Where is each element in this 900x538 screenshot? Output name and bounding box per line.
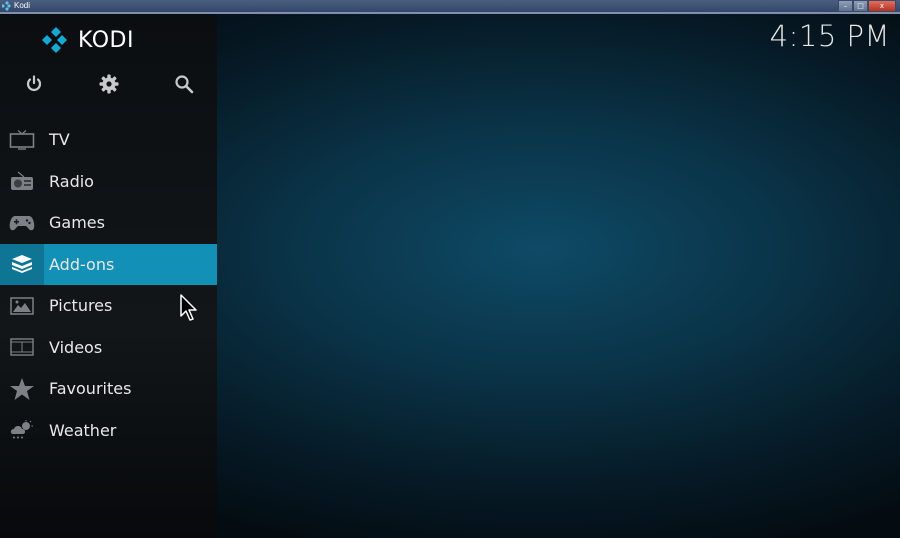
main-menu: TV Radio Games Add-ons Pictures Videos F…	[0, 119, 217, 451]
window-titlebar[interactable]: Kodi – □ x	[0, 0, 900, 14]
film-icon	[10, 338, 34, 356]
search-icon	[175, 75, 194, 94]
addons-box-icon	[12, 255, 32, 274]
menu-item-videos[interactable]: Videos	[0, 327, 217, 369]
mouse-cursor-icon	[180, 294, 197, 321]
settings-icon	[99, 74, 119, 94]
menu-label: TV	[49, 130, 70, 150]
close-button[interactable]: x	[868, 0, 896, 12]
tv-icon	[9, 129, 35, 150]
menu-label: Pictures	[49, 296, 113, 316]
menu-label: Radio	[49, 171, 94, 191]
window-title: Kodi	[14, 1, 31, 10]
sidebar: KODI TV Radio Games Add-ons Pictures Vid…	[0, 14, 217, 538]
star-icon	[10, 377, 34, 400]
kodi-logo-icon	[42, 27, 67, 53]
top-icon-bar	[0, 72, 217, 96]
menu-label: Favourites	[49, 379, 132, 399]
window-controls: – □ x	[838, 0, 896, 12]
pictures-icon	[10, 297, 34, 315]
power-icon	[26, 75, 42, 91]
weather-icon	[10, 420, 33, 439]
menu-item-weather[interactable]: Weather	[0, 410, 217, 452]
radio-icon	[11, 171, 33, 191]
kodi-app-icon	[2, 1, 11, 11]
power-button[interactable]	[22, 72, 46, 96]
menu-label: Games	[49, 213, 105, 233]
menu-item-radio[interactable]: Radio	[0, 161, 217, 203]
logo-text: KODI	[78, 27, 134, 53]
menu-item-tv[interactable]: TV	[0, 119, 217, 161]
kodi-home: KODI TV Radio Games Add-ons Pictures Vid…	[0, 14, 900, 538]
menu-item-favourites[interactable]: Favourites	[0, 368, 217, 410]
menu-label: Videos	[49, 337, 103, 357]
menu-label: Add-ons	[49, 254, 115, 274]
settings-button[interactable]	[97, 72, 121, 96]
minimize-button[interactable]: –	[838, 0, 853, 12]
search-button[interactable]	[172, 72, 196, 96]
menu-item-games[interactable]: Games	[0, 202, 217, 244]
kodi-logo: KODI	[42, 26, 134, 54]
clock: 4:15 PM	[769, 19, 890, 53]
gamepad-icon	[9, 215, 35, 230]
menu-item-addons[interactable]: Add-ons	[0, 243, 217, 285]
menu-label: Weather	[49, 420, 117, 440]
restore-button[interactable]: □	[853, 0, 868, 12]
